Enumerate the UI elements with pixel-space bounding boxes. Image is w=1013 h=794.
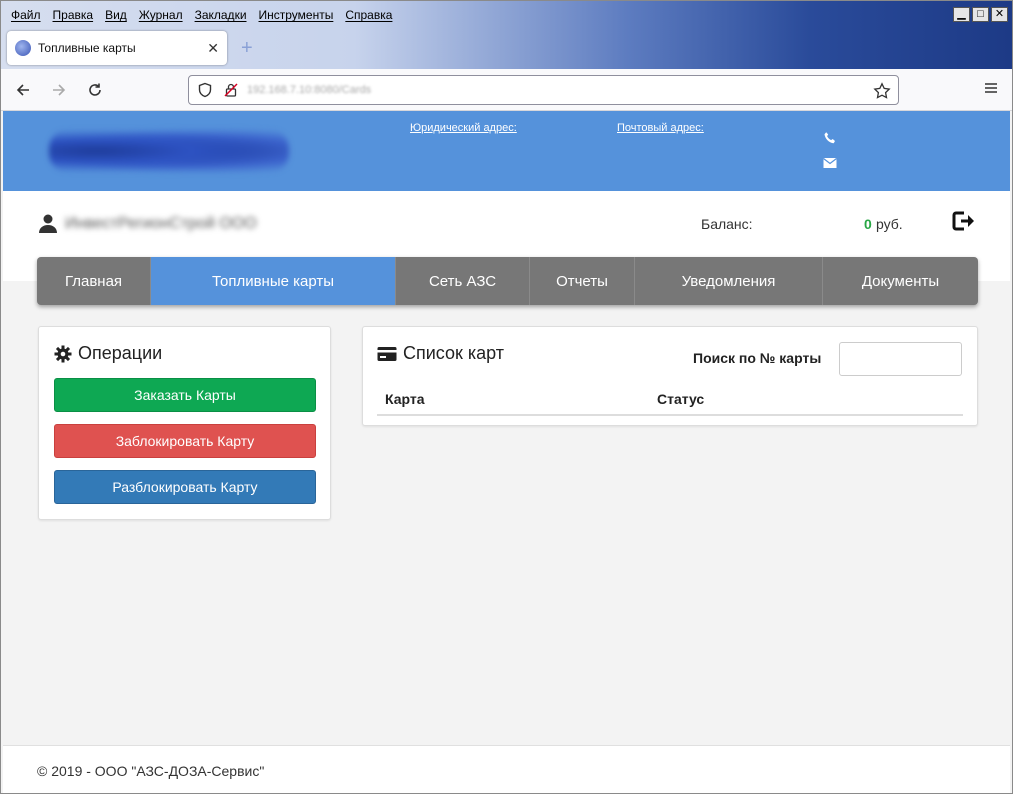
maximize-icon[interactable]: □ bbox=[972, 7, 989, 22]
nav-station-network[interactable]: Сеть АЗС bbox=[396, 257, 530, 305]
hamburger-menu-icon[interactable] bbox=[984, 81, 998, 95]
insecure-lock-icon bbox=[224, 83, 238, 97]
block-card-button[interactable]: Заблокировать Карту bbox=[54, 424, 316, 458]
back-arrow-icon[interactable] bbox=[9, 76, 37, 104]
menu-tools[interactable]: Инструменты bbox=[259, 8, 334, 22]
tab-close-icon[interactable]: ✕ bbox=[207, 40, 219, 57]
column-status[interactable]: Статус bbox=[657, 391, 704, 407]
phone-icon bbox=[824, 132, 835, 144]
tab-title: Топливные карты bbox=[38, 41, 136, 55]
main-navigation: Главная Топливные карты Сеть АЗС Отчеты … bbox=[37, 257, 978, 305]
minimize-icon[interactable]: ▁ bbox=[953, 7, 970, 22]
window-controls: ▁ □ ✕ bbox=[953, 7, 1008, 22]
menu-edit[interactable]: Правка bbox=[53, 8, 94, 22]
unblock-card-button[interactable]: Разблокировать Карту bbox=[54, 470, 316, 504]
forward-arrow-icon[interactable] bbox=[45, 76, 73, 104]
shield-icon bbox=[198, 82, 212, 98]
reload-icon[interactable] bbox=[81, 76, 109, 104]
operations-panel: Операции Заказать Карты Заблокировать Ка… bbox=[38, 326, 331, 520]
legal-address-link[interactable]: Юридический адрес: bbox=[410, 122, 517, 134]
bookmark-star-icon[interactable] bbox=[873, 82, 891, 100]
balance-value: 0 bbox=[864, 216, 872, 232]
order-cards-button[interactable]: Заказать Карты bbox=[54, 378, 316, 412]
cards-list-panel: Список карт Поиск по № карты Карта Стату… bbox=[362, 326, 978, 426]
nav-fuel-cards[interactable]: Топливные карты bbox=[151, 257, 396, 305]
operations-header: Операции bbox=[54, 343, 162, 364]
cards-list-title: Список карт bbox=[403, 343, 505, 363]
menu-history[interactable]: Журнал bbox=[139, 8, 183, 22]
card-search-input[interactable] bbox=[839, 342, 962, 376]
menu-help[interactable]: Справка bbox=[345, 8, 392, 22]
balance-unit: руб. bbox=[876, 216, 903, 232]
new-tab-icon[interactable]: + bbox=[241, 37, 253, 60]
nav-reports[interactable]: Отчеты bbox=[530, 257, 635, 305]
company-logo[interactable] bbox=[49, 129, 289, 173]
balance-label: Баланс: bbox=[701, 216, 753, 232]
copyright-text: © 2019 - ООО "АЗС-ДОЗА-Сервис" bbox=[37, 763, 265, 779]
menu-view[interactable]: Вид bbox=[105, 8, 127, 22]
close-window-icon[interactable]: ✕ bbox=[991, 7, 1008, 22]
site-header: Юридический адрес: Почтовый адрес: bbox=[3, 111, 1010, 191]
nav-notifications[interactable]: Уведомления bbox=[635, 257, 823, 305]
credit-card-icon bbox=[377, 346, 397, 361]
menu-bar: Файл Правка Вид Журнал Закладки Инструме… bbox=[1, 1, 398, 29]
search-label: Поиск по № карты bbox=[693, 350, 822, 366]
mail-icon bbox=[823, 158, 837, 168]
cards-table: Карта Статус bbox=[377, 384, 963, 416]
nav-home[interactable]: Главная bbox=[37, 257, 151, 305]
favicon-icon bbox=[15, 40, 31, 56]
site-footer: © 2019 - ООО "АЗС-ДОЗА-Сервис" bbox=[3, 745, 1010, 793]
nav-documents[interactable]: Документы bbox=[823, 257, 978, 305]
title-bar: Файл Правка Вид Журнал Закладки Инструме… bbox=[1, 1, 1012, 69]
url-text: 192.168.7.10:8080/Cards bbox=[247, 84, 372, 96]
postal-address-link[interactable]: Почтовый адрес: bbox=[617, 122, 704, 134]
user-icon bbox=[39, 214, 57, 233]
address-bar[interactable]: 192.168.7.10:8080/Cards bbox=[188, 75, 899, 105]
menu-file[interactable]: Файл bbox=[11, 8, 41, 22]
web-page: Юридический адрес: Почтовый адрес: Инвес… bbox=[3, 111, 1010, 793]
cards-list-header: Список карт bbox=[377, 343, 504, 364]
browser-window: Файл Правка Вид Журнал Закладки Инструме… bbox=[0, 0, 1013, 794]
user-name: ИнвестРегионСтрой ООО bbox=[65, 215, 257, 232]
gear-icon bbox=[54, 345, 72, 362]
column-card[interactable]: Карта bbox=[377, 391, 657, 407]
browser-tab[interactable]: Топливные карты ✕ bbox=[7, 31, 227, 65]
browser-toolbar: 192.168.7.10:8080/Cards bbox=[1, 69, 1012, 111]
logout-icon[interactable] bbox=[951, 210, 977, 232]
menu-bookmarks[interactable]: Закладки bbox=[195, 8, 247, 22]
operations-title: Операции bbox=[78, 343, 163, 363]
table-header-row: Карта Статус bbox=[377, 384, 963, 416]
